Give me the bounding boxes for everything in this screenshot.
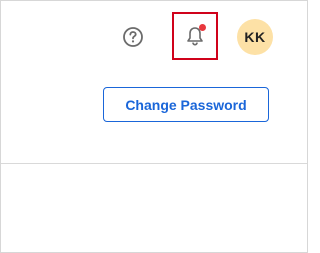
divider xyxy=(1,163,307,164)
top-bar: KK xyxy=(1,1,307,71)
avatar[interactable]: KK xyxy=(237,19,273,55)
bell-icon-wrapper xyxy=(184,24,206,47)
avatar-initials: KK xyxy=(244,29,266,45)
notification-dot xyxy=(199,24,206,31)
window: KK Change Password xyxy=(0,0,308,253)
notifications-button[interactable] xyxy=(172,12,218,60)
help-button[interactable] xyxy=(120,24,146,50)
question-circle-icon xyxy=(123,27,143,47)
change-password-button[interactable]: Change Password xyxy=(103,87,269,122)
